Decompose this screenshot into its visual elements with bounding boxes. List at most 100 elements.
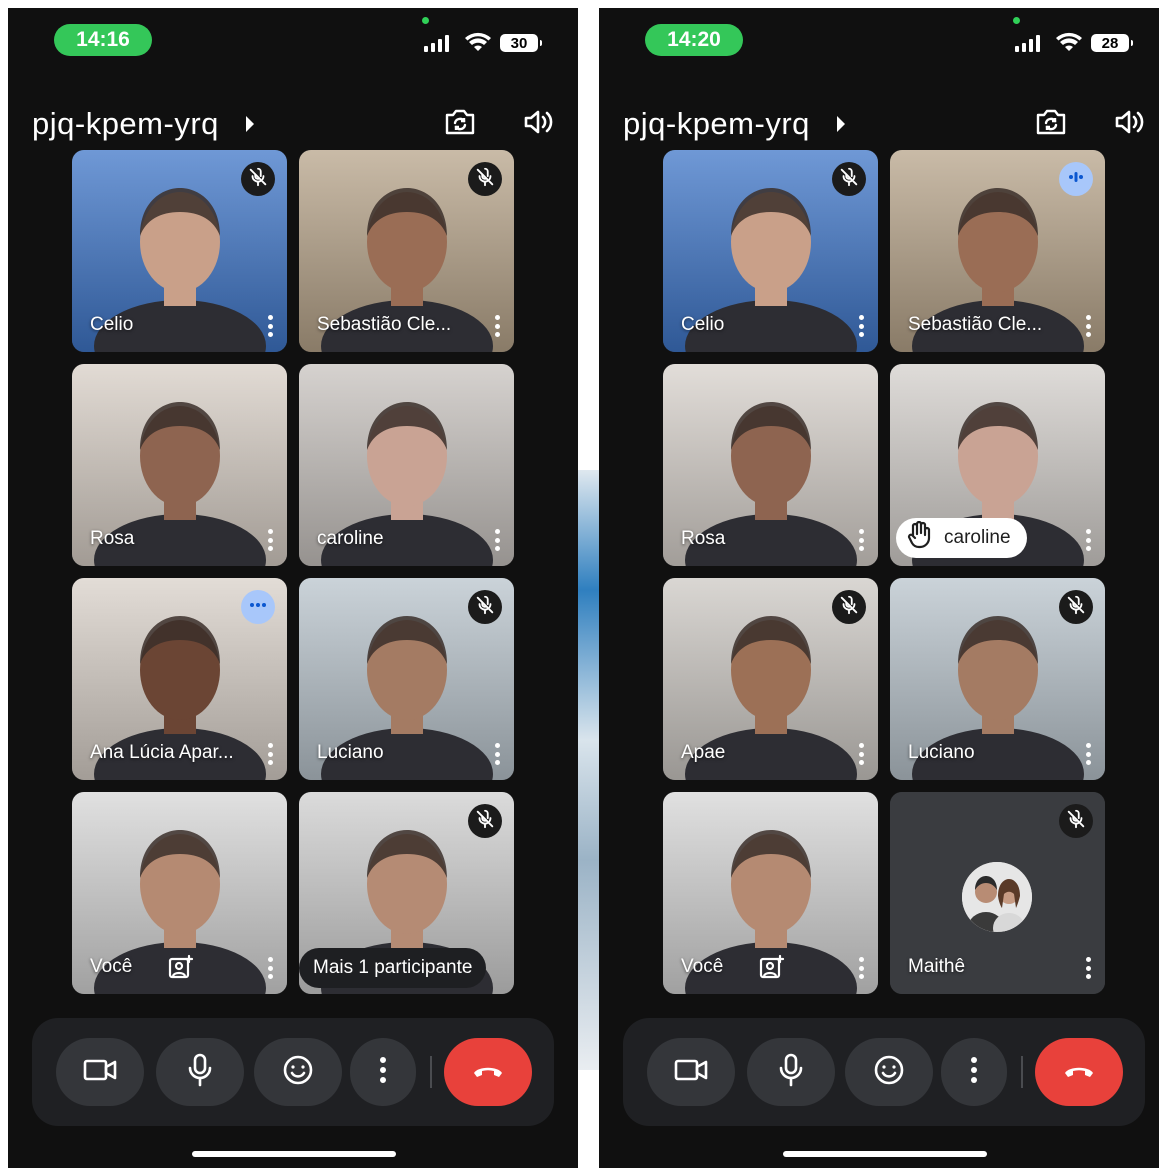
more-options-button[interactable] xyxy=(350,1038,416,1106)
participant-menu-button[interactable] xyxy=(1079,954,1097,982)
participant-tile[interactable]: caroline xyxy=(890,364,1105,566)
camera-button[interactable] xyxy=(647,1038,735,1106)
camera-button[interactable] xyxy=(56,1038,144,1106)
flip-camera-button[interactable] xyxy=(440,104,480,144)
participant-menu-button[interactable] xyxy=(261,312,279,340)
participant-menu-button[interactable] xyxy=(261,526,279,554)
add-photo-button[interactable] xyxy=(168,954,196,982)
participant-menu-button[interactable] xyxy=(1079,312,1097,340)
battery-level: 28 xyxy=(1091,34,1133,52)
mic-off-icon xyxy=(247,166,269,193)
participant-menu-button[interactable] xyxy=(488,526,506,554)
participant-tile[interactable]: Rosa xyxy=(72,364,287,566)
more-options-button[interactable] xyxy=(941,1038,1007,1106)
participant-tile[interactable]: Apae xyxy=(663,578,878,780)
participant-tile[interactable]: Você xyxy=(663,792,878,994)
audio-status-badge xyxy=(1059,162,1093,196)
home-indicator[interactable] xyxy=(192,1151,396,1157)
participant-name: Rosa xyxy=(681,528,726,549)
camera-in-use-indicator xyxy=(1013,17,1020,24)
wifi-icon xyxy=(1055,31,1083,53)
participant-menu-button[interactable] xyxy=(261,740,279,768)
more-options-icon xyxy=(378,1055,388,1090)
speaking-icon xyxy=(1066,167,1086,192)
participant-name: Apae xyxy=(681,742,726,763)
speaker-button[interactable] xyxy=(1109,104,1149,144)
meeting-code[interactable]: pjq-kpem-yrq xyxy=(623,106,810,142)
participant-name: Luciano xyxy=(908,742,975,763)
participant-tile[interactable]: Sebastião Cle... xyxy=(890,150,1105,352)
home-indicator[interactable] xyxy=(783,1151,987,1157)
meeting-header: pjq-kpem-yrq xyxy=(599,98,1159,150)
end-call-button[interactable] xyxy=(1035,1038,1123,1106)
participant-menu-button[interactable] xyxy=(852,954,870,982)
add-photo-icon xyxy=(759,954,785,984)
participant-tile[interactable]: Celio xyxy=(663,150,878,352)
participant-tile[interactable]: Sebastião Cle... xyxy=(299,150,514,352)
battery-level: 30 xyxy=(500,34,542,52)
meeting-details-caret-icon[interactable] xyxy=(837,116,845,132)
meet-call-screen-2: 14:20 28 pjq-kpem-yrq Celio Sebastião Cle...… xyxy=(599,8,1159,1168)
participant-name: Celio xyxy=(90,314,134,335)
audio-status-badge xyxy=(241,590,275,624)
participant-menu-button[interactable] xyxy=(852,526,870,554)
meeting-code[interactable]: pjq-kpem-yrq xyxy=(32,106,219,142)
audio-status-badge xyxy=(832,162,866,196)
status-bar: 14:16 30 xyxy=(8,8,578,78)
participant-tile[interactable]: Maithê xyxy=(890,792,1105,994)
flip-camera-icon xyxy=(1034,107,1068,142)
end-call-icon xyxy=(471,1061,505,1084)
mic-off-icon xyxy=(474,166,496,193)
participant-tile[interactable]: Ana Lúcia Apar... xyxy=(72,578,287,780)
participant-tile[interactable]: Mais 1 participante xyxy=(299,792,514,994)
end-call-icon xyxy=(1062,1061,1096,1084)
flip-camera-button[interactable] xyxy=(1031,104,1071,144)
participant-tile[interactable]: Rosa xyxy=(663,364,878,566)
reactions-button[interactable] xyxy=(845,1038,933,1106)
mic-off-icon xyxy=(1065,808,1087,835)
participant-menu-button[interactable] xyxy=(488,312,506,340)
participant-name: Sebastião Cle... xyxy=(908,314,1043,335)
reactions-button[interactable] xyxy=(254,1038,342,1106)
background-sliver xyxy=(578,470,600,1070)
participant-menu-button[interactable] xyxy=(1079,526,1097,554)
participant-tile[interactable]: Luciano xyxy=(890,578,1105,780)
microphone-button[interactable] xyxy=(747,1038,835,1106)
end-call-button[interactable] xyxy=(444,1038,532,1106)
more-participants-pill[interactable]: Mais 1 participante xyxy=(299,948,487,988)
participant-menu-button[interactable] xyxy=(261,954,279,982)
participant-menu-button[interactable] xyxy=(852,312,870,340)
participant-name: Você xyxy=(90,956,133,977)
audio-status-badge xyxy=(1059,590,1093,624)
audio-status-badge xyxy=(468,590,502,624)
participant-menu-button[interactable] xyxy=(1079,740,1097,768)
audio-status-badge xyxy=(1059,804,1093,838)
microphone-button[interactable] xyxy=(156,1038,244,1106)
microphone-icon xyxy=(186,1053,214,1092)
participant-menu-button[interactable] xyxy=(852,740,870,768)
wifi-icon xyxy=(464,31,492,53)
participant-menu-button[interactable] xyxy=(488,740,506,768)
mic-off-icon xyxy=(474,808,496,835)
camera-in-use-indicator xyxy=(422,17,429,24)
speaker-button[interactable] xyxy=(518,104,558,144)
participant-grid: Celio Sebastião Cle... Rosa caroline Ana Lúc… xyxy=(72,150,514,998)
meet-call-screen-1: 14:16 30 pjq-kpem-yrq Celio Sebastião Cle...… xyxy=(8,8,578,1168)
controls-divider xyxy=(430,1056,432,1088)
hand-raised-pill: caroline xyxy=(896,518,1027,558)
call-controls-bar xyxy=(32,1018,554,1126)
participant-tile[interactable]: Você xyxy=(72,792,287,994)
emoji-icon xyxy=(282,1054,314,1091)
meeting-details-caret-icon[interactable] xyxy=(246,116,254,132)
add-photo-button[interactable] xyxy=(759,954,787,982)
audio-status-badge xyxy=(468,804,502,838)
status-time: 14:20 xyxy=(645,24,743,56)
participant-tile[interactable]: Luciano xyxy=(299,578,514,780)
participant-tile[interactable]: caroline xyxy=(299,364,514,566)
participant-name: Sebastião Cle... xyxy=(317,314,452,335)
audio-status-badge xyxy=(241,162,275,196)
mic-off-icon xyxy=(1065,594,1087,621)
participant-name: Celio xyxy=(681,314,725,335)
camera-icon xyxy=(83,1056,117,1089)
participant-tile[interactable]: Celio xyxy=(72,150,287,352)
